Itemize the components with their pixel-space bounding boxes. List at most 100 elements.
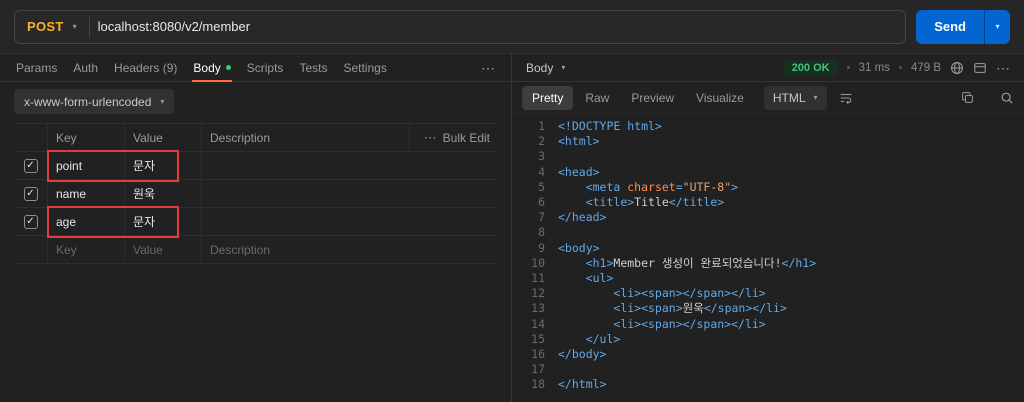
key-cell-placeholder[interactable]: Key [48,236,125,264]
tab-body-label: Body [193,60,221,75]
chevron-down-icon: ▾ [813,92,818,102]
description-cell-placeholder[interactable]: Description [202,236,498,264]
code-line: </head> [558,210,607,225]
app-root: POST ▾ Send ▾ Params Auth Headers (9) Bo… [0,0,1024,402]
send-options-button[interactable]: ▾ [984,9,1010,44]
language-label: HTML [772,90,806,105]
checkbox-icon[interactable] [23,158,38,173]
separator-dot [898,66,902,69]
key-value-table: Key Value Description ⋯ Bulk Edit point … [14,123,498,264]
view-tab-visualize[interactable]: Visualize [686,86,754,110]
separator-dot [846,66,850,69]
globe-icon[interactable] [950,61,964,75]
divider [88,16,90,37]
code-line: <html> [558,134,600,149]
request-bar: POST ▾ Send ▾ [0,0,1024,54]
code-line: </body> [558,347,607,362]
tab-body[interactable]: Body [185,54,238,82]
checkbox-icon[interactable] [23,186,38,201]
table-row: point 문자 [14,150,498,182]
send-group: Send ▾ [916,9,1010,44]
value-cell[interactable]: 원욱 [125,180,202,208]
value-cell[interactable]: 문자 [125,208,202,236]
more-options-icon[interactable]: ⋯ [473,61,503,75]
code-line: <meta charset="UTF-8"> [585,179,739,194]
checkbox-icon[interactable] [23,214,38,229]
header-value: Value [125,124,202,152]
view-tab-pretty[interactable]: Pretty [522,85,574,110]
table-row-placeholder: Key Value Description [14,236,498,264]
code-line: </ul> [585,331,621,346]
key-cell[interactable]: point [48,152,125,180]
body-type-label: x-www-form-urlencoded [24,94,152,109]
tab-headers[interactable]: Headers (9) [106,54,185,81]
response-pane-label: Body [526,60,554,75]
header-key: Key [48,124,125,152]
response-panel: Body ▾ 200 OK 31 ms 479 B ⋯ Pretty Raw P… [512,54,1024,402]
code-line: <!DOCTYPE html> [558,119,662,133]
more-options-icon: ⋯ [423,130,437,145]
chevron-down-icon: ▾ [160,96,165,106]
value-cell[interactable]: 문자 [125,152,202,180]
row-checkbox-cell[interactable] [14,208,48,236]
more-options-icon[interactable]: ⋯ [996,61,1010,75]
code-line: </html> [558,377,607,392]
key-cell[interactable]: age [48,208,125,236]
code-line: <li><span>원욱</span></li> [613,301,787,316]
row-checkbox-cell[interactable] [14,152,48,180]
code-line: <li><span></span></li> [613,316,766,331]
code-line: <body> [558,240,600,255]
body-type-row: x-www-form-urlencoded ▾ [0,82,511,119]
code-lines: <!DOCTYPE html> <html> <head> <meta charse… [554,119,1024,402]
body-type-selector[interactable]: x-www-form-urlencoded ▾ [14,89,175,114]
code-gutter: 1 2 3 4 5 6 7 8 9 10 11 12 13 14 15 16 17 18 [531,119,545,392]
response-time: 31 ms [858,61,890,74]
value-cell-placeholder[interactable]: Value [125,236,202,264]
code-line: <h1>Member 생성이 완료되었습니다!</h1> [585,255,817,270]
response-body-code[interactable]: 1 2 3 4 5 6 7 8 9 10 11 12 13 14 15 16 17 18 <!DOCTYPE ht… [512,114,1024,402]
chevron-down-icon: ▾ [995,21,1000,31]
header-select-cell [14,124,48,152]
response-meta: 200 OK 31 ms 479 B ⋯ [783,59,1010,76]
chevron-down-icon: ▾ [72,21,77,31]
chevron-down-icon: ▾ [561,62,566,72]
tab-tests[interactable]: Tests [291,54,335,81]
main-split: Params Auth Headers (9) Body Scripts Tes… [0,54,1024,402]
language-selector[interactable]: HTML ▾ [763,85,827,110]
table-row: age 문자 [14,206,498,238]
key-cell[interactable]: name [48,180,125,208]
save-response-icon[interactable] [973,61,987,75]
bulk-edit-button[interactable]: ⋯ Bulk Edit [410,124,498,152]
response-pane-selector[interactable]: Body ▾ [526,61,565,75]
description-cell[interactable] [202,152,498,180]
description-cell[interactable] [202,180,498,208]
wrap-text-icon[interactable] [839,91,853,105]
copy-icon[interactable] [961,91,974,104]
tab-settings[interactable]: Settings [335,54,394,81]
table-row: name 원욱 [14,180,498,208]
tab-params[interactable]: Params [8,54,65,81]
code-line: <ul> [585,271,614,285]
row-checkbox-cell[interactable] [14,180,48,208]
response-size: 479 B [910,61,941,74]
method-selector[interactable]: POST ▾ [15,11,89,43]
url-input[interactable] [97,10,906,43]
code-line: <title>Title</title> [585,195,725,209]
description-cell[interactable] [202,208,498,236]
bulk-edit-label: Bulk Edit [442,130,490,145]
response-header: Body ▾ 200 OK 31 ms 479 B ⋯ [512,54,1024,82]
request-panel: Params Auth Headers (9) Body Scripts Tes… [0,54,512,402]
search-icon[interactable] [1000,91,1014,105]
code-line: <li><span></span></li> [613,286,766,301]
method-label: POST [27,19,64,34]
view-tab-raw[interactable]: Raw [575,86,619,110]
tab-scripts[interactable]: Scripts [239,54,292,81]
table-header-row: Key Value Description ⋯ Bulk Edit [14,124,498,152]
body-content-dot-icon [225,65,231,70]
tab-auth[interactable]: Auth [65,54,106,81]
view-tab-preview[interactable]: Preview [621,86,684,110]
send-button[interactable]: Send [916,10,984,44]
